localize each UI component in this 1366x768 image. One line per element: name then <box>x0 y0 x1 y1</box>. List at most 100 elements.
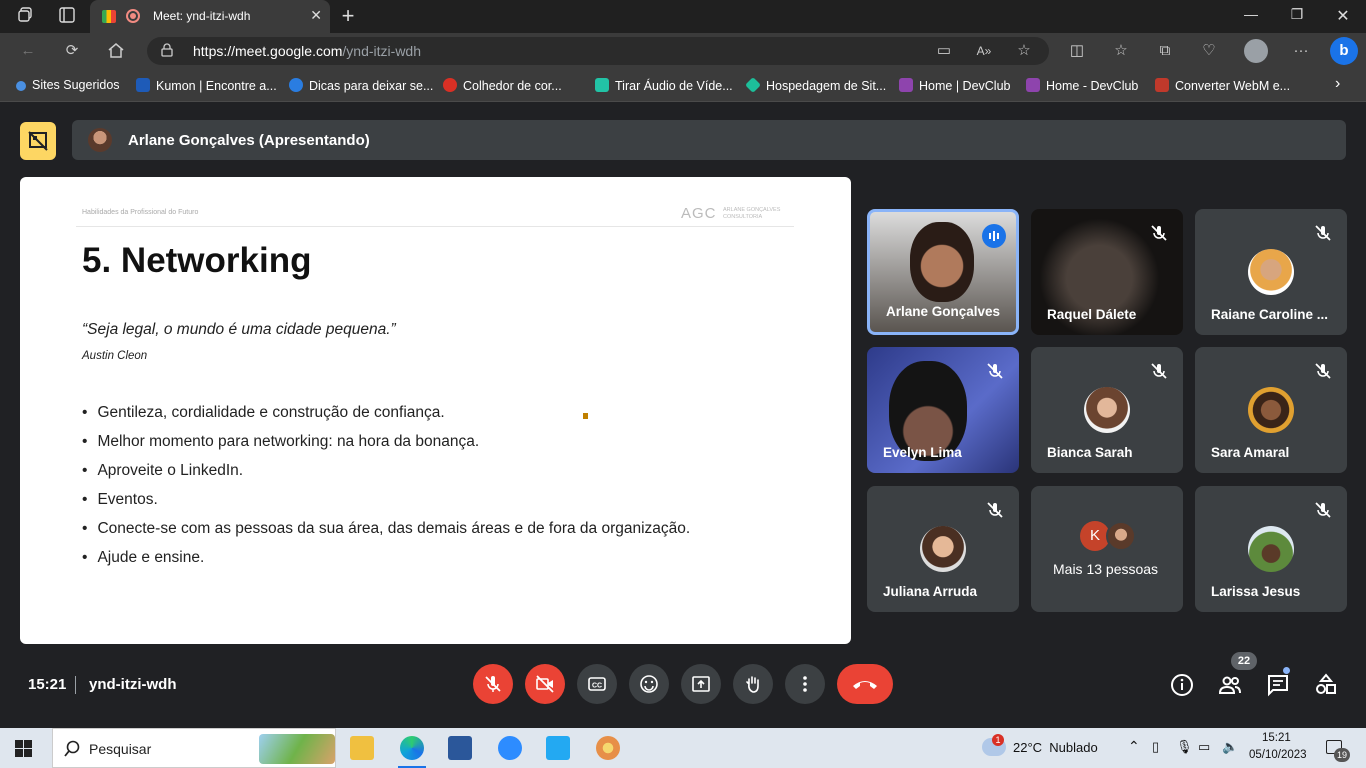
presentation-icon <box>20 122 56 160</box>
speaking-indicator-icon <box>982 224 1006 248</box>
avatar <box>920 526 966 572</box>
more-participants-tile[interactable]: K Mais 13 pessoas <box>1031 486 1183 612</box>
search-placeholder: Pesquisar <box>89 741 152 757</box>
mic-off-icon <box>1315 363 1331 379</box>
mouse-cursor-icon <box>583 413 588 419</box>
restore-icon[interactable]: ❐ <box>1282 6 1312 23</box>
clock-date[interactable]: 05/10/2023 <box>1249 749 1307 761</box>
bookmark-item[interactable]: Converter WebM e... <box>1155 78 1290 93</box>
bookmarks-overflow-chevron-icon[interactable]: › <box>1335 75 1340 93</box>
more-vert-icon <box>803 676 807 692</box>
participant-name: Bianca Sarah <box>1047 445 1133 460</box>
refresh-icon[interactable]: ⟳ <box>61 41 83 61</box>
url-field[interactable]: https://meet.google.com/ynd-itzi-wdh ▭ A… <box>147 37 1049 65</box>
bookmark-item[interactable]: Kumon | Encontre a... <box>136 78 277 93</box>
windows-start-icon[interactable] <box>15 740 32 757</box>
participant-tile[interactable]: Larissa Jesus <box>1195 486 1347 612</box>
raise-hand-button[interactable] <box>733 664 773 704</box>
participant-tile[interactable]: Juliana Arruda <box>867 486 1019 612</box>
bookmark-item[interactable]: Sites Sugeridos <box>16 78 120 92</box>
bookmark-item[interactable]: Home | DevClub <box>899 78 1010 93</box>
present-now-button[interactable] <box>681 664 721 704</box>
captions-button[interactable]: CC <box>577 664 617 704</box>
browser-essentials-icon[interactable]: ♡ <box>1198 41 1220 61</box>
hang-up-icon <box>853 681 877 689</box>
chat-icon[interactable] <box>1266 673 1290 697</box>
list-item: Aproveite o LinkedIn. <box>82 463 690 492</box>
mic-off-icon <box>987 502 1003 518</box>
file-explorer-icon[interactable] <box>350 736 374 760</box>
leave-call-button[interactable] <box>837 664 893 704</box>
tray-app-icon[interactable]: ▯ <box>1152 739 1159 755</box>
mic-off-icon <box>987 363 1003 379</box>
bookmark-item[interactable]: Home - DevClub <box>1026 78 1138 93</box>
favorite-star-icon[interactable]: ☆ <box>1013 41 1035 61</box>
new-tab-icon[interactable]: + <box>337 5 359 28</box>
clock-time[interactable]: 15:21 <box>1262 732 1291 744</box>
quote-author: Austin Cleon <box>82 350 148 362</box>
bookmark-item[interactable]: Dicas para deixar se... <box>289 78 433 93</box>
participant-tile[interactable]: Bianca Sarah <box>1031 347 1183 473</box>
participant-tile[interactable]: Raquel Dálete <box>1031 209 1183 335</box>
more-options-button[interactable] <box>785 664 825 704</box>
notification-count-badge: 19 <box>1334 748 1350 762</box>
divider <box>75 676 76 694</box>
present-screen-icon <box>692 676 710 692</box>
more-options-icon[interactable]: ··· <box>1290 41 1312 61</box>
lock-icon <box>161 43 173 57</box>
participant-name: Raiane Caroline ... <box>1211 307 1329 322</box>
read-aloud-icon[interactable]: A» <box>973 41 995 61</box>
participant-tile[interactable]: Evelyn Lima <box>867 347 1019 473</box>
tab-actions-icon[interactable] <box>56 6 78 28</box>
mic-toggle-button[interactable] <box>473 664 513 704</box>
edge-browser-icon[interactable] <box>400 736 424 760</box>
camera-permission-icon[interactable]: ▭ <box>933 41 955 61</box>
chat-unread-dot <box>1283 667 1290 674</box>
weather-text[interactable]: 22°C Nublado <box>1013 740 1098 755</box>
camera-toggle-button[interactable] <box>525 664 565 704</box>
microphone-icon[interactable]: 🎙 <box>1176 739 1193 755</box>
split-screen-icon[interactable]: ◫ <box>1066 41 1088 61</box>
bookmark-item[interactable]: Colhedor de cor... <box>443 78 562 93</box>
home-icon[interactable] <box>105 41 127 61</box>
back-icon[interactable]: ← <box>17 41 39 61</box>
bookmark-item[interactable]: Hospedagem de Sit... <box>745 77 886 93</box>
profile-avatar-icon[interactable] <box>1244 39 1268 63</box>
collections-icon[interactable]: ⧉ <box>1154 41 1176 61</box>
participant-tile[interactable]: Raiane Caroline ... <box>1195 209 1347 335</box>
list-item: Melhor momento para networking: na hora … <box>82 434 690 463</box>
bookmark-item[interactable]: Tirar Áudio de Víde... <box>595 78 733 93</box>
volume-icon[interactable]: 🔈 <box>1222 739 1238 755</box>
bing-chat-icon[interactable]: b <box>1330 37 1358 65</box>
reactions-button[interactable] <box>629 664 669 704</box>
workspaces-icon[interactable] <box>15 6 37 28</box>
emoji-icon <box>640 675 658 693</box>
close-tab-icon[interactable]: ✕ <box>310 7 322 24</box>
participant-tile[interactable]: Sara Amaral <box>1195 347 1347 473</box>
list-item: Gentileza, cordialidade e construção de … <box>82 405 690 434</box>
people-icon[interactable] <box>1218 673 1242 697</box>
slide-quote: “Seja legal, o mundo é uma cidade pequen… <box>82 321 396 338</box>
show-hidden-icons-chevron-icon[interactable]: ⌃ <box>1128 738 1140 755</box>
word-icon[interactable] <box>448 736 472 760</box>
hand-icon <box>746 676 759 693</box>
avatar <box>1084 387 1130 433</box>
taskbar-search-box[interactable]: Pesquisar <box>52 728 336 768</box>
presentation-slide: Habilidades da Profissional do Futuro AG… <box>20 177 851 644</box>
participant-name: Juliana Arruda <box>883 584 978 599</box>
favorites-icon[interactable]: ☆ <box>1110 41 1132 61</box>
window-close-icon[interactable]: ✕ <box>1328 6 1358 26</box>
brand-logo: AGC <box>681 205 717 222</box>
zoom-icon[interactable] <box>498 736 522 760</box>
network-icon[interactable]: ▭ <box>1198 739 1210 755</box>
participant-name: Raquel Dálete <box>1047 307 1137 322</box>
participant-tile[interactable]: Arlane Gonçalves <box>867 209 1019 335</box>
search-highlight-image <box>259 734 335 764</box>
tab-meet[interactable]: Meet: ynd-itzi-wdh ✕ <box>90 0 330 33</box>
vscode-icon[interactable] <box>546 736 570 760</box>
more-participants-label: Mais 13 pessoas <box>1053 561 1159 577</box>
paint-icon[interactable] <box>596 736 620 760</box>
meeting-details-info-icon[interactable] <box>1170 673 1194 697</box>
minimize-icon[interactable]: — <box>1236 6 1266 22</box>
activities-icon[interactable] <box>1314 673 1338 697</box>
